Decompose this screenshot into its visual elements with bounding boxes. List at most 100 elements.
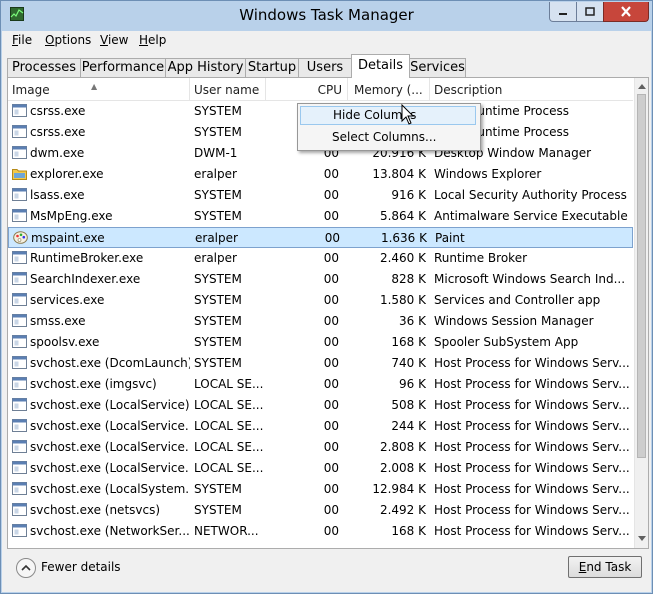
user-name: LOCAL SE... (194, 440, 264, 454)
cpu-value: 00 (323, 419, 339, 433)
process-icon (12, 209, 27, 222)
menu-view-rest: iew (107, 33, 129, 47)
process-icon (12, 335, 27, 348)
end-task-button[interactable]: End Task (568, 556, 642, 578)
table-row[interactable]: RuntimeBroker.exe eralper 00 2.460 K Runtime… (8, 248, 633, 269)
menu-view[interactable]: View (100, 33, 128, 47)
minimize-button[interactable] (549, 2, 577, 22)
fewer-details-button[interactable] (16, 558, 36, 578)
description: Spooler SubSystem App (434, 335, 579, 349)
user-name: SYSTEM (194, 272, 242, 286)
memory-value: 2.460 K (379, 251, 426, 265)
cpu-value: 00 (323, 377, 339, 391)
title-bar[interactable]: Windows Task Manager (1, 1, 652, 31)
description: Antimalware Service Executable (434, 209, 628, 223)
process-icon (12, 377, 27, 390)
memory-value: 740 K (391, 356, 426, 370)
user-name: LOCAL SE... (194, 377, 264, 391)
process-icon (12, 503, 27, 516)
table-row[interactable]: svchost.exe (LocalService... LOCAL SE... 0… (8, 416, 633, 437)
table-row[interactable]: svchost.exe (imgsvc) LOCAL SE... 00 96 K Hos… (8, 374, 633, 395)
table-row[interactable]: spoolsv.exe SYSTEM 00 168 K Spooler SubSyste… (8, 332, 633, 353)
description: Paint (435, 231, 465, 245)
memory-value: 12.984 K (372, 482, 426, 496)
user-name: SYSTEM (194, 209, 242, 223)
table-row[interactable]: MsMpEng.exe SYSTEM 00 5.864 K Antimalware Se… (8, 206, 633, 227)
process-icon (12, 272, 27, 285)
table-row[interactable]: mspaint.exe eralper 00 1.636 K Paint (8, 227, 633, 248)
process-name: svchost.exe (netsvcs) (30, 503, 161, 517)
cpu-value: 00 (323, 167, 339, 181)
description: Host Process for Windows Serv... (434, 440, 630, 454)
table-row[interactable]: svchost.exe (LocalService... LOCAL SE... 0… (8, 458, 633, 479)
cpu-value: 00 (323, 314, 339, 328)
column-header: ▲ Image User name CPU Memory (... Descri… (8, 78, 633, 101)
scrollbar-thumb[interactable] (637, 94, 646, 458)
cpu-value: 00 (323, 272, 339, 286)
process-icon (12, 188, 27, 201)
process-name: svchost.exe (LocalService... (30, 419, 190, 433)
process-icon (12, 461, 27, 474)
user-name: SYSTEM (194, 335, 242, 349)
menu-options[interactable]: Options (45, 33, 91, 47)
table-row[interactable]: lsass.exe SYSTEM 00 916 K Local Security Aut… (8, 185, 633, 206)
process-name: svchost.exe (imgsvc) (30, 377, 157, 391)
process-name: smss.exe (30, 314, 86, 328)
cpu-value: 00 (323, 440, 339, 454)
column-image-label: Image (12, 83, 50, 97)
column-context-menu: Hide Columns Select Columns... (297, 103, 481, 151)
process-icon (12, 104, 27, 117)
tab-performance[interactable]: Performance (80, 58, 166, 78)
column-cpu[interactable]: CPU (266, 78, 348, 100)
tab-details[interactable]: Details (351, 54, 410, 78)
description: Local Security Authority Process (434, 188, 627, 202)
memory-value: 5.864 K (379, 209, 426, 223)
vertical-scrollbar[interactable] (634, 78, 648, 548)
tab-app-history[interactable]: App History (165, 58, 246, 78)
process-name: services.exe (30, 293, 105, 307)
minimize-icon (559, 12, 567, 15)
column-user-name[interactable]: User name (190, 78, 266, 100)
table-row[interactable]: svchost.exe (LocalService... LOCAL SE... 0… (8, 437, 633, 458)
scroll-down-icon[interactable] (638, 536, 646, 541)
memory-value: 36 K (399, 314, 426, 328)
table-row[interactable]: services.exe SYSTEM 00 1.580 K Services and … (8, 290, 633, 311)
menu-help[interactable]: Help (139, 33, 166, 47)
table-row[interactable]: explorer.exe eralper 00 13.804 K Windows Exp… (8, 164, 633, 185)
column-description[interactable]: Description (430, 78, 633, 100)
paint-icon (13, 231, 28, 244)
tab-users[interactable]: Users (298, 58, 352, 78)
user-name: NETWOR... (194, 524, 259, 538)
table-row[interactable]: svchost.exe (LocalSystem... SYSTEM 00 12.98… (8, 479, 633, 500)
hide-columns-item[interactable]: Hide Columns (300, 106, 476, 125)
memory-value: 168 K (391, 524, 426, 538)
fewer-details-link[interactable]: Fewer details (41, 560, 121, 574)
user-name: SYSTEM (194, 356, 242, 370)
column-image[interactable]: ▲ Image (8, 78, 190, 100)
table-row[interactable]: svchost.exe (LocalService) LOCAL SE... 00 5… (8, 395, 633, 416)
close-button[interactable] (603, 2, 649, 22)
process-icon (12, 314, 27, 327)
process-name: spoolsv.exe (30, 335, 100, 349)
user-name: LOCAL SE... (194, 419, 264, 433)
tab-processes[interactable]: Processes (7, 58, 81, 78)
menu-file[interactable]: File (12, 33, 32, 47)
memory-value: 1.636 K (380, 231, 427, 245)
user-name: SYSTEM (194, 125, 242, 139)
tab-services[interactable]: Services (409, 58, 466, 78)
table-row[interactable]: SearchIndexer.exe SYSTEM 00 828 K Microsoft … (8, 269, 633, 290)
table-row[interactable]: svchost.exe (DcomLaunch) SYSTEM 00 740 K Hos… (8, 353, 633, 374)
cpu-value: 00 (323, 524, 339, 538)
table-row[interactable]: svchost.exe (NetworkSer... NETWOR... 00 168… (8, 521, 633, 542)
scroll-up-icon[interactable] (638, 84, 646, 89)
maximize-button[interactable] (576, 2, 604, 22)
table-row[interactable]: smss.exe SYSTEM 00 36 K Windows Session Mana… (8, 311, 633, 332)
memory-value: 168 K (391, 335, 426, 349)
mouse-cursor-icon (401, 104, 415, 125)
table-row[interactable]: svchost.exe (netsvcs) SYSTEM 00 2.492 K Host… (8, 500, 633, 521)
tab-startup[interactable]: Startup (245, 58, 299, 78)
select-columns-item[interactable]: Select Columns... (300, 128, 476, 147)
process-icon (12, 398, 27, 411)
column-memory[interactable]: Memory (... (348, 78, 430, 100)
process-icon (12, 440, 27, 453)
